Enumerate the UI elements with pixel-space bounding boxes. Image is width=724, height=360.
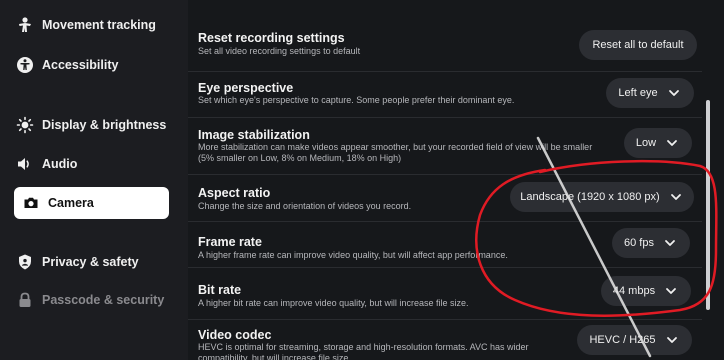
sidebar-item-label: Movement tracking	[42, 18, 156, 32]
setting-title: Aspect ratio	[198, 186, 271, 200]
setting-description: HEVC is optimal for streaming, storage a…	[198, 342, 529, 360]
sidebar-item-label: Display & brightness	[42, 118, 167, 132]
settings-sidebar: Movement tracking Accessibility Display …	[0, 0, 188, 360]
dropdown-value: Left eye	[618, 87, 658, 99]
sidebar-item-privacy-safety[interactable]: Privacy & safety	[14, 246, 169, 278]
setting-description: Change the size and orientation of video…	[198, 201, 412, 211]
dropdown-value: Low	[635, 137, 657, 149]
camera-icon	[20, 194, 42, 212]
sidebar-item-passcode-security[interactable]: Passcode & security	[14, 284, 169, 316]
sidebar-item-movement-tracking[interactable]: Movement tracking	[14, 9, 169, 41]
dropdown-value: 60 fps	[624, 237, 654, 249]
eye-perspective-dropdown[interactable]: Left eye	[606, 78, 694, 108]
frame-rate-dropdown[interactable]: 60 fps	[612, 228, 690, 258]
dropdown-value: HEVC / H265	[589, 334, 656, 346]
dropdown-value: Landscape (1920 x 1080 px)	[520, 191, 660, 203]
image-stabilization-dropdown[interactable]: Low	[624, 128, 692, 158]
setting-row-frame-rate: Frame rate A higher frame rate can impro…	[188, 222, 702, 268]
video-codec-dropdown[interactable]: HEVC / H265	[577, 325, 692, 355]
setting-title: Image stabilization	[198, 128, 310, 142]
setting-title: Reset recording settings	[198, 31, 345, 45]
chevron-down-icon	[666, 337, 677, 343]
setting-row-reset: Reset recording settings Set all video r…	[188, 22, 702, 72]
sidebar-item-accessibility[interactable]: Accessibility	[14, 49, 169, 81]
setting-title: Video codec	[198, 328, 272, 342]
setting-row-image-stabilization: Image stabilization More stabilization c…	[188, 118, 702, 175]
setting-row-aspect-ratio: Aspect ratio Change the size and orienta…	[188, 175, 702, 222]
speaker-icon	[14, 155, 36, 173]
sidebar-item-camera[interactable]: Camera	[14, 187, 169, 219]
setting-title: Bit rate	[198, 283, 242, 297]
setting-row-eye-perspective: Eye perspective Set which eye's perspect…	[188, 72, 702, 118]
accessibility-icon	[14, 56, 36, 74]
setting-row-bit-rate: Bit rate A higher bit rate can improve v…	[188, 268, 702, 320]
setting-description: A higher frame rate can improve video qu…	[198, 250, 508, 260]
dropdown-value: 44 mbps	[612, 285, 656, 297]
setting-title: Eye perspective	[198, 81, 294, 95]
lock-icon	[14, 291, 36, 309]
setting-description: Set which eye's perspective to capture. …	[198, 95, 515, 105]
setting-title: Frame rate	[198, 235, 262, 249]
scrollbar[interactable]	[706, 100, 710, 310]
sidebar-item-label: Camera	[48, 196, 94, 210]
reset-all-button[interactable]: Reset all to default	[579, 30, 697, 60]
sidebar-item-display-brightness[interactable]: Display & brightness	[14, 109, 169, 141]
chevron-down-icon	[666, 288, 676, 294]
setting-row-video-codec: Video codec HEVC is optimal for streamin…	[188, 320, 702, 360]
sidebar-item-audio[interactable]: Audio	[14, 148, 169, 180]
person-icon	[14, 16, 36, 34]
chevron-down-icon	[670, 194, 681, 200]
setting-description: A higher bit rate can improve video qual…	[198, 298, 469, 308]
sidebar-item-label: Passcode & security	[42, 293, 165, 307]
brightness-icon	[14, 116, 36, 134]
camera-settings-panel: Reset recording settings Set all video r…	[188, 0, 724, 360]
sidebar-item-label: Accessibility	[42, 58, 119, 72]
chevron-down-icon	[665, 240, 675, 246]
setting-description: More stabilization can make videos appea…	[198, 142, 593, 163]
chevron-down-icon	[667, 140, 677, 146]
chevron-down-icon	[668, 90, 679, 96]
shield-icon	[14, 253, 36, 271]
button-label: Reset all to default	[592, 39, 684, 51]
setting-description: Set all video recording settings to defa…	[198, 46, 361, 56]
sidebar-item-label: Audio	[42, 157, 78, 171]
sidebar-item-label: Privacy & safety	[42, 255, 139, 269]
aspect-ratio-dropdown[interactable]: Landscape (1920 x 1080 px)	[510, 182, 694, 212]
bit-rate-dropdown[interactable]: 44 mbps	[601, 276, 691, 306]
